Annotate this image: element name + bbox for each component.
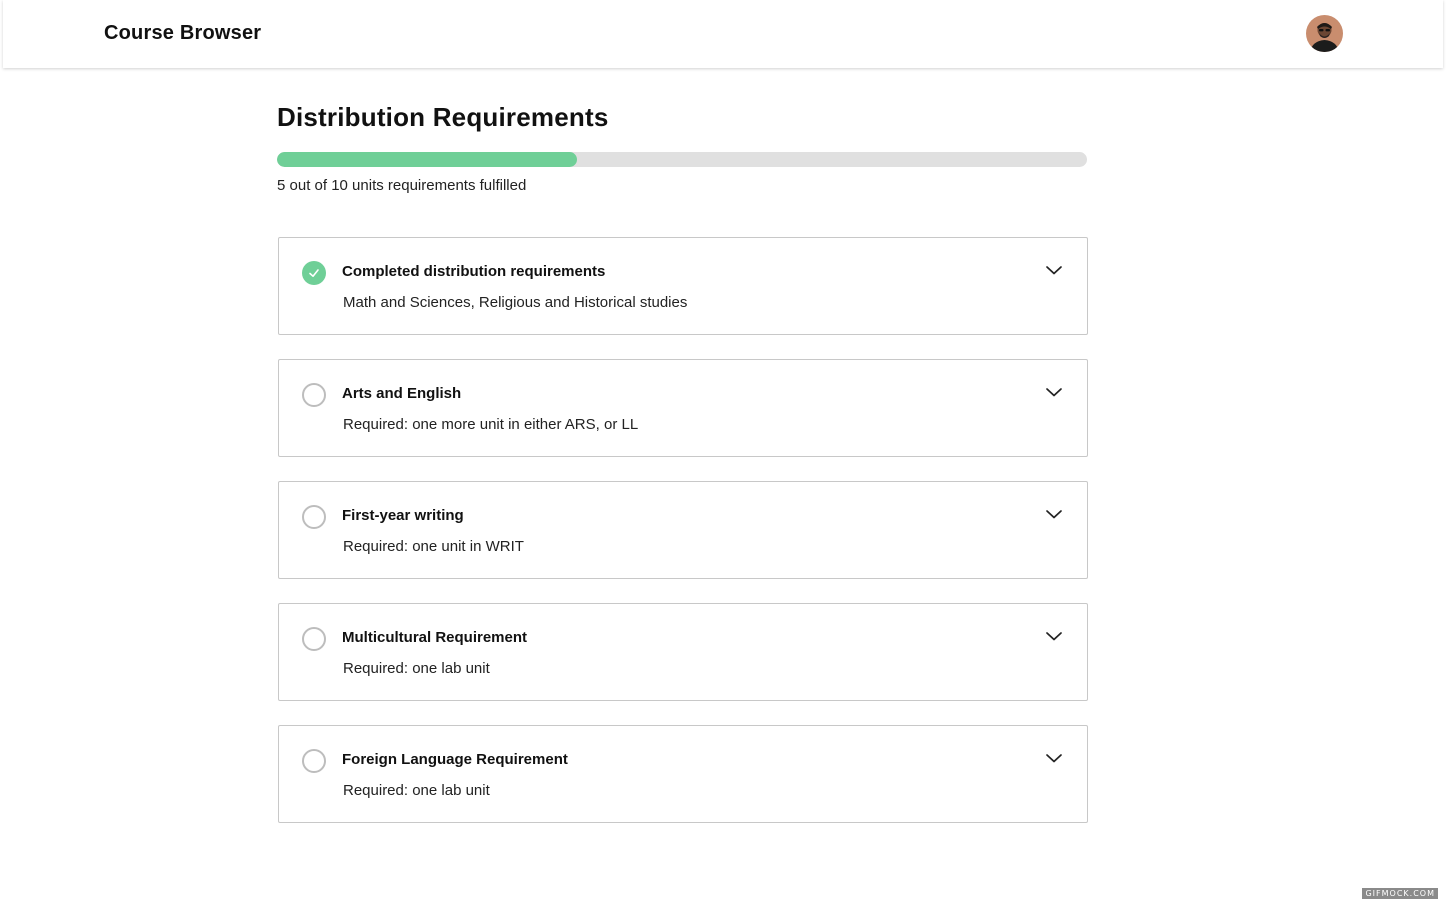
empty-circle-icon: [302, 749, 326, 773]
chevron-down-icon[interactable]: [1045, 385, 1063, 397]
chevron-down-icon[interactable]: [1045, 263, 1063, 275]
requirement-card-2[interactable]: Arts and English Required: one more unit…: [278, 359, 1088, 457]
requirement-card-5[interactable]: Foreign Language Requirement Required: o…: [278, 725, 1088, 823]
chevron-down-icon[interactable]: [1045, 507, 1063, 519]
requirement-card-1[interactable]: Completed distribution requirements Math…: [278, 237, 1088, 335]
main-content: Distribution Requirements 5 out of 10 un…: [277, 100, 1088, 823]
app-title[interactable]: Course Browser: [104, 22, 261, 45]
requirement-description: Required: one unit in WRIT: [343, 538, 524, 555]
page-title: Distribution Requirements: [277, 102, 609, 132]
check-circle-icon: [302, 261, 326, 285]
watermark: GIFMOCK.COM: [1362, 888, 1438, 899]
empty-circle-icon: [302, 627, 326, 651]
requirement-title: Foreign Language Requirement: [342, 751, 568, 768]
chevron-down-icon[interactable]: [1045, 751, 1063, 763]
progress-bar-fill: [277, 152, 577, 167]
empty-circle-icon: [302, 505, 326, 529]
requirement-description: Required: one lab unit: [343, 660, 490, 677]
requirement-card-4[interactable]: Multicultural Requirement Required: one …: [278, 603, 1088, 701]
requirements-list: Completed distribution requirements Math…: [278, 237, 1088, 847]
requirement-title: First-year writing: [342, 507, 464, 524]
requirement-card-3[interactable]: First-year writing Required: one unit in…: [278, 481, 1088, 579]
requirement-description: Required: one lab unit: [343, 782, 490, 799]
requirements-progress-bar: [277, 152, 1087, 167]
progress-summary-text: 5 out of 10 units requirements fulfilled: [277, 177, 527, 194]
chevron-down-icon[interactable]: [1045, 629, 1063, 641]
requirement-title: Multicultural Requirement: [342, 629, 528, 646]
requirement-title: Completed distribution requirements: [342, 263, 606, 280]
requirement-title: Arts and English: [342, 385, 462, 402]
empty-circle-icon: [302, 383, 326, 407]
user-avatar-icon[interactable]: [1306, 15, 1343, 52]
top-nav-bar: Course Browser: [3, 0, 1443, 68]
requirement-description: Required: one more unit in either ARS, o…: [343, 416, 639, 433]
requirement-description: Math and Sciences, Religious and Histori…: [343, 294, 688, 311]
